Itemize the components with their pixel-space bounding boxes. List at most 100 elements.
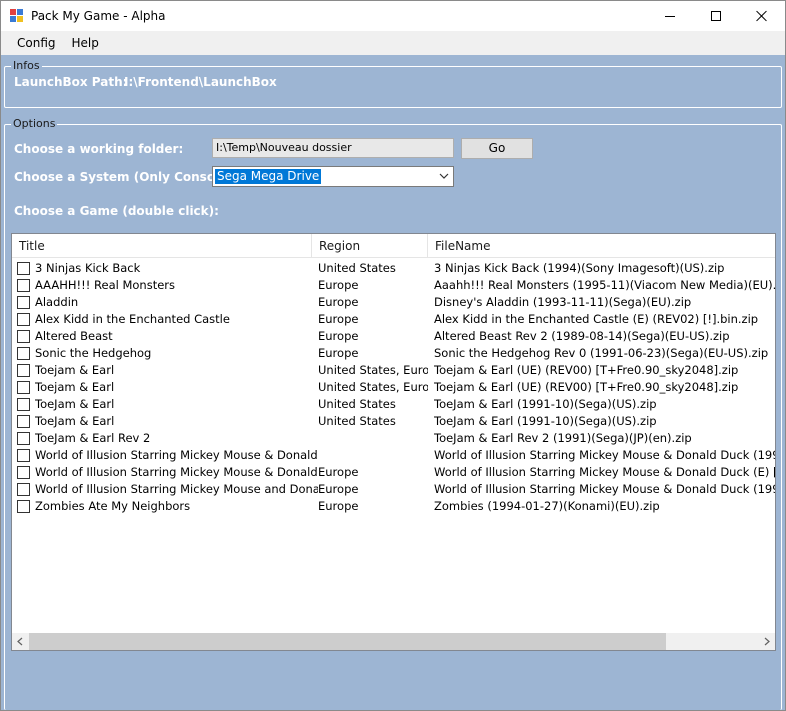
row-title: Sonic the Hedgehog bbox=[35, 346, 152, 360]
row-title: Alex Kidd in the Enchanted Castle bbox=[35, 312, 230, 326]
table-row[interactable]: World of Illusion Starring Mickey Mouse … bbox=[12, 447, 775, 464]
column-region[interactable]: Region bbox=[312, 234, 428, 258]
system-label: Choose a System (Only Consoles) bbox=[14, 170, 240, 184]
row-region: United States bbox=[318, 414, 396, 428]
row-region: Europe bbox=[318, 278, 359, 292]
close-button[interactable] bbox=[739, 1, 785, 31]
scroll-left-icon[interactable] bbox=[12, 636, 29, 647]
table-row[interactable]: ToeJam & Earl Rev 2 ToeJam & Earl Rev 2 (… bbox=[12, 430, 775, 447]
row-title: ToeJam & Earl bbox=[35, 397, 115, 411]
row-filename: Sonic the Hedgehog Rev 0 (1991-06-23)(Se… bbox=[434, 346, 769, 360]
table-row[interactable]: Aladdin Europe Disney's Aladdin (1993-11-1… bbox=[12, 294, 775, 311]
row-region: Europe bbox=[318, 482, 359, 496]
row-filename: ToeJam & Earl (1991-10)(Sega)(US).zip bbox=[434, 414, 657, 428]
row-checkbox[interactable] bbox=[17, 466, 30, 479]
row-checkbox[interactable] bbox=[17, 415, 30, 428]
launchbox-path-value: I:\Frontend\LaunchBox bbox=[124, 75, 277, 89]
row-filename: Aaahh!!! Real Monsters (1995-11)(Viacom … bbox=[434, 278, 775, 292]
table-row[interactable]: Sonic the Hedgehog Europe Sonic the Hedgeh… bbox=[12, 345, 775, 362]
row-title: 3 Ninjas Kick Back bbox=[35, 261, 141, 275]
row-title: ToeJam & Earl bbox=[35, 414, 115, 428]
row-checkbox[interactable] bbox=[17, 398, 30, 411]
working-folder-label: Choose a working folder: bbox=[14, 142, 184, 156]
row-checkbox[interactable] bbox=[17, 432, 30, 445]
column-filename[interactable]: FileName bbox=[428, 234, 775, 258]
row-title: Altered Beast bbox=[35, 329, 113, 343]
row-region: Europe bbox=[318, 312, 359, 326]
column-title[interactable]: Title bbox=[12, 234, 312, 258]
horizontal-scrollbar[interactable] bbox=[12, 633, 775, 650]
row-checkbox[interactable] bbox=[17, 449, 30, 462]
row-filename: World of Illusion Starring Mickey Mouse … bbox=[434, 448, 775, 462]
row-checkbox[interactable] bbox=[17, 313, 30, 326]
table-row[interactable]: AAAHH!!! Real Monsters Europe Aaahh!!! Rea… bbox=[12, 277, 775, 294]
row-checkbox[interactable] bbox=[17, 296, 30, 309]
row-filename: Alex Kidd in the Enchanted Castle (E) (R… bbox=[434, 312, 759, 326]
table-row[interactable]: Altered Beast Europe Altered Beast Rev 2 (… bbox=[12, 328, 775, 345]
maximize-icon bbox=[711, 11, 721, 21]
table-row[interactable]: World of Illusion Starring Mickey Mouse … bbox=[12, 464, 775, 481]
table-row[interactable]: Alex Kidd in the Enchanted Castle Europe A… bbox=[12, 311, 775, 328]
list-header: Title Region FileName bbox=[12, 234, 775, 258]
table-row[interactable]: World of Illusion Starring Mickey Mouse … bbox=[12, 481, 775, 498]
row-filename: World of Illusion Starring Mickey Mouse … bbox=[434, 482, 775, 496]
app-icon bbox=[10, 9, 24, 23]
row-title: Aladdin bbox=[35, 295, 79, 309]
row-region: United States bbox=[318, 261, 396, 275]
row-title: World of Illusion Starring Mickey Mouse … bbox=[35, 465, 318, 479]
row-checkbox[interactable] bbox=[17, 483, 30, 496]
row-title: AAAHH!!! Real Monsters bbox=[35, 278, 176, 292]
row-checkbox[interactable] bbox=[17, 262, 30, 275]
row-region: Europe bbox=[318, 465, 359, 479]
games-list[interactable]: Title Region FileName 3 Ninjas Kick Back… bbox=[11, 233, 776, 651]
go-button[interactable]: Go bbox=[461, 138, 533, 159]
row-region: Europe bbox=[318, 329, 359, 343]
table-row[interactable]: Zombies Ate My Neighbors Europe Zombies (1… bbox=[12, 498, 775, 515]
row-checkbox[interactable] bbox=[17, 330, 30, 343]
row-checkbox[interactable] bbox=[17, 347, 30, 360]
scroll-right-icon[interactable] bbox=[758, 636, 775, 647]
row-region: United States bbox=[318, 397, 396, 411]
row-title: Zombies Ate My Neighbors bbox=[35, 499, 191, 513]
row-filename: ToeJam & Earl Rev 2 (1991)(Sega)(JP)(en)… bbox=[434, 431, 692, 445]
table-row[interactable]: ToeJam & Earl United States ToeJam & Earl … bbox=[12, 413, 775, 430]
menu-config[interactable]: Config bbox=[9, 31, 64, 55]
maximize-button[interactable] bbox=[693, 1, 739, 31]
row-title: Toejam & Earl bbox=[35, 380, 115, 394]
row-region: Europe bbox=[318, 346, 359, 360]
close-icon bbox=[756, 10, 768, 22]
system-select[interactable]: Sega Mega Drive bbox=[212, 166, 454, 187]
table-row[interactable]: Toejam & Earl United States, Europe Toejam… bbox=[12, 362, 775, 379]
row-checkbox[interactable] bbox=[17, 364, 30, 377]
row-title: World of Illusion Starring Mickey Mouse … bbox=[35, 448, 318, 462]
menu-help[interactable]: Help bbox=[64, 31, 107, 55]
infos-legend: Infos bbox=[11, 59, 42, 72]
row-filename: 3 Ninjas Kick Back (1994)(Sony Imagesoft… bbox=[434, 261, 725, 275]
minimize-button[interactable] bbox=[647, 1, 693, 31]
minimize-icon bbox=[665, 15, 675, 17]
window-title: Pack My Game - Alpha bbox=[31, 9, 166, 23]
row-filename: Toejam & Earl (UE) (REV00) [T+Fre0.90_sk… bbox=[434, 363, 739, 377]
menu-bar: Config Help bbox=[1, 31, 785, 55]
row-region: United States, Europe bbox=[318, 380, 428, 394]
table-row[interactable]: ToeJam & Earl United States ToeJam & Earl … bbox=[12, 396, 775, 413]
row-title: Toejam & Earl bbox=[35, 363, 115, 377]
row-region: Europe bbox=[318, 295, 359, 309]
system-selected-value: Sega Mega Drive bbox=[215, 169, 322, 184]
title-bar[interactable]: Pack My Game - Alpha bbox=[1, 1, 785, 31]
game-label: Choose a Game (double click): bbox=[14, 204, 219, 218]
launchbox-path-label: LaunchBox Path: bbox=[14, 75, 128, 89]
row-region: United States, Europe bbox=[318, 363, 428, 377]
table-row[interactable]: 3 Ninjas Kick Back United States 3 Ninjas … bbox=[12, 260, 775, 277]
row-filename: Toejam & Earl (UE) (REV00) [T+Fre0.90_sk… bbox=[434, 380, 739, 394]
table-row[interactable]: Toejam & Earl United States, Europe Toejam… bbox=[12, 379, 775, 396]
app-window: Pack My Game - Alpha Config Help Infos L… bbox=[0, 0, 786, 711]
scrollbar-thumb[interactable] bbox=[29, 633, 666, 650]
options-legend: Options bbox=[11, 117, 58, 130]
row-checkbox[interactable] bbox=[17, 381, 30, 394]
row-checkbox[interactable] bbox=[17, 500, 30, 513]
working-folder-input[interactable]: I:\Temp\Nouveau dossier bbox=[212, 138, 454, 158]
row-filename: Altered Beast Rev 2 (1989-08-14)(Sega)(E… bbox=[434, 329, 730, 343]
row-checkbox[interactable] bbox=[17, 279, 30, 292]
row-title: World of Illusion Starring Mickey Mouse … bbox=[35, 482, 318, 496]
